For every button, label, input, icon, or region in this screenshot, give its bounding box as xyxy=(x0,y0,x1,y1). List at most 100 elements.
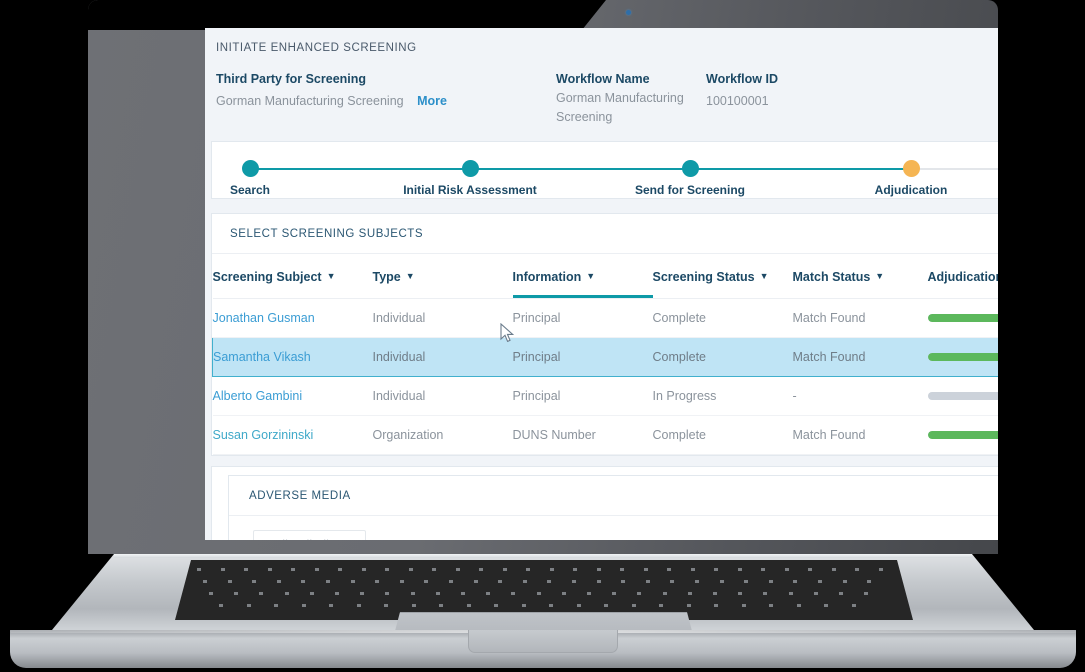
workflow-name-label: Workflow Name xyxy=(556,72,650,86)
cell-match-status: Match Found xyxy=(792,298,928,338)
adverse-media-title: ADVERSE MEDIA xyxy=(229,476,998,516)
stepper-step-adjudication[interactable]: Adjudication xyxy=(826,159,996,197)
workflow-id-value: 100100001 xyxy=(706,93,769,108)
adjudication-progress-bar xyxy=(927,313,998,322)
more-link[interactable]: More xyxy=(417,94,447,108)
table-row[interactable]: Samantha Vikash Individual Principal Comple… xyxy=(212,336,998,377)
workflow-stepper: Search Initial Risk Assessment Send for Sc… xyxy=(212,142,998,198)
cell-match-status: Match Found xyxy=(792,336,928,377)
adjudication-progress-fill xyxy=(927,430,998,439)
cell-screening-subject: Susan Gorzininski xyxy=(212,415,373,455)
chevron-down-icon[interactable]: ▼ xyxy=(327,271,336,281)
cell-information: Principal xyxy=(512,336,653,377)
cell-type: Organization xyxy=(372,415,513,455)
table-row[interactable]: Susan Gorzininski Organization DUNS Number… xyxy=(212,415,998,455)
chevron-down-icon[interactable]: ▼ xyxy=(875,271,884,281)
screen-viewport: INITIATE ENHANCED SCREENING Third Party … xyxy=(205,28,998,540)
table-row[interactable]: Alberto Gambini Individual Principal In Pro… xyxy=(212,376,998,416)
cell-screening-subject: Jonathan Gusman xyxy=(212,298,373,338)
stepper-track-completed xyxy=(250,167,912,170)
third-party-label: Third Party for Screening xyxy=(216,72,367,86)
column-header-label: Screening Subject xyxy=(212,269,322,284)
stepper-step-label: Adjudication xyxy=(874,182,948,197)
camera-dot-icon xyxy=(626,10,631,15)
cell-information: Principal xyxy=(512,298,653,338)
laptop-keyboard xyxy=(175,560,913,620)
stepper-dot-icon xyxy=(902,159,920,177)
chevron-down-icon[interactable]: ▼ xyxy=(760,271,769,281)
workflow-stepper-card: Search Initial Risk Assessment Send for Sc… xyxy=(211,140,998,199)
stepper-dot-icon xyxy=(241,159,259,177)
cell-type: Individual xyxy=(372,298,513,338)
table-header-row: Screening Subject ▼ Type ▼ Information ▼ Scree… xyxy=(212,253,999,299)
adjudication-progress-bar xyxy=(927,352,998,361)
meta-workflow-id: Workflow ID 100100001 xyxy=(706,70,906,129)
cell-screening-status: Complete xyxy=(652,336,793,377)
cell-screening-subject: Samantha Vikash xyxy=(212,336,373,377)
cell-information: Principal xyxy=(512,376,653,416)
workflow-name-value: Gorman Manufacturing Screening xyxy=(556,90,684,124)
laptop-front-notch xyxy=(468,630,618,653)
third-party-value: Gorman Manufacturing Screening xyxy=(216,93,404,108)
column-header-adjudication-status: Adjudication Status xyxy=(927,253,999,299)
cell-screening-status: Complete xyxy=(652,415,793,455)
adverse-media-outer-card: ADVERSE MEDIA Bulk Adjudicate Event Type… xyxy=(211,465,998,540)
stepper-step-label: Search xyxy=(229,182,271,197)
stepper-step-send-for-screening[interactable]: Send for Screening xyxy=(605,159,775,197)
column-header-information[interactable]: Information ▼ xyxy=(512,253,653,299)
column-header-match-status[interactable]: Match Status ▼ xyxy=(792,253,928,299)
screening-subject-link[interactable]: Jonathan Gusman xyxy=(213,311,315,325)
screening-subject-link[interactable]: Susan Gorzininski xyxy=(213,428,314,442)
page-header: INITIATE ENHANCED SCREENING Third Party … xyxy=(205,28,998,141)
laptop-lid: INITIATE ENHANCED SCREENING Third Party … xyxy=(88,0,998,554)
stepper-step-label: Initial Risk Assessment xyxy=(403,182,537,197)
select-screening-subjects-card: SELECT SCREENING SUBJECTS Screening Subj… xyxy=(211,212,999,456)
cell-information: DUNS Number xyxy=(512,415,653,455)
screenshot-stage: INITIATE ENHANCED SCREENING Third Party … xyxy=(0,0,1085,672)
stepper-step-label: Send for Screening xyxy=(634,182,746,197)
screening-subject-link[interactable]: Alberto Gambini xyxy=(213,389,303,403)
cell-adjudication-status xyxy=(927,376,998,416)
screening-subject-link[interactable]: Samantha Vikash xyxy=(213,350,311,364)
cell-type: Individual xyxy=(372,376,513,416)
adjudication-progress-bar xyxy=(927,391,998,400)
column-header-label: Screening Status xyxy=(652,269,755,284)
cell-screening-status: Complete xyxy=(652,298,793,338)
adverse-media-toolbar: Bulk Adjudicate xyxy=(229,516,998,540)
table-body: Jonathan Gusman Individual Principal Comple… xyxy=(212,298,998,455)
chevron-down-icon[interactable]: ▼ xyxy=(586,271,595,281)
stepper-dot-icon xyxy=(681,159,699,177)
column-header-screening-status[interactable]: Screening Status ▼ xyxy=(652,253,793,299)
cell-match-status: - xyxy=(792,376,928,416)
bulk-adjudicate-button[interactable]: Bulk Adjudicate xyxy=(253,529,367,540)
meta-workflow-name: Workflow Name Gorman Manufacturing Scree… xyxy=(556,70,706,129)
adjudication-progress-fill xyxy=(927,352,998,361)
screening-subjects-table: Screening Subject ▼ Type ▼ Information ▼ Scree… xyxy=(212,253,999,455)
page-eyebrow-title: INITIATE ENHANCED SCREENING xyxy=(216,42,417,54)
workflow-meta-row: Third Party for Screening Gorman Manufac… xyxy=(211,54,998,141)
column-header-label: Information xyxy=(512,269,582,284)
cell-adjudication-status xyxy=(927,415,998,455)
column-header-type[interactable]: Type ▼ xyxy=(372,253,513,299)
column-header-label: Match Status xyxy=(792,269,871,284)
cell-screening-status: In Progress xyxy=(652,376,793,416)
stepper-step-search[interactable]: Search xyxy=(205,159,335,197)
cell-type: Individual xyxy=(372,336,513,377)
meta-third-party: Third Party for Screening Gorman Manufac… xyxy=(216,70,556,129)
cell-screening-subject: Alberto Gambini xyxy=(212,376,373,416)
column-header-screening-subject[interactable]: Screening Subject ▼ xyxy=(212,253,373,299)
stepper-step-initial-risk-assessment[interactable]: Initial Risk Assessment xyxy=(385,159,555,197)
column-header-label: Adjudication Status xyxy=(927,269,999,284)
adjudication-progress-fill xyxy=(927,313,998,322)
laptop-top-bezel xyxy=(88,0,606,30)
cell-match-status: Match Found xyxy=(792,415,928,455)
cell-adjudication-status xyxy=(927,298,998,338)
adverse-media-card: ADVERSE MEDIA Bulk Adjudicate Event Type… xyxy=(228,474,998,540)
chevron-down-icon[interactable]: ▼ xyxy=(406,271,415,281)
table-row[interactable]: Jonathan Gusman Individual Principal Comple… xyxy=(212,298,998,338)
adjudication-progress-bar xyxy=(927,430,998,439)
cell-adjudication-status xyxy=(927,336,998,377)
workflow-id-label: Workflow ID xyxy=(706,72,778,86)
column-header-label: Type xyxy=(372,269,401,284)
subjects-panel-title: SELECT SCREENING SUBJECTS xyxy=(212,214,998,254)
